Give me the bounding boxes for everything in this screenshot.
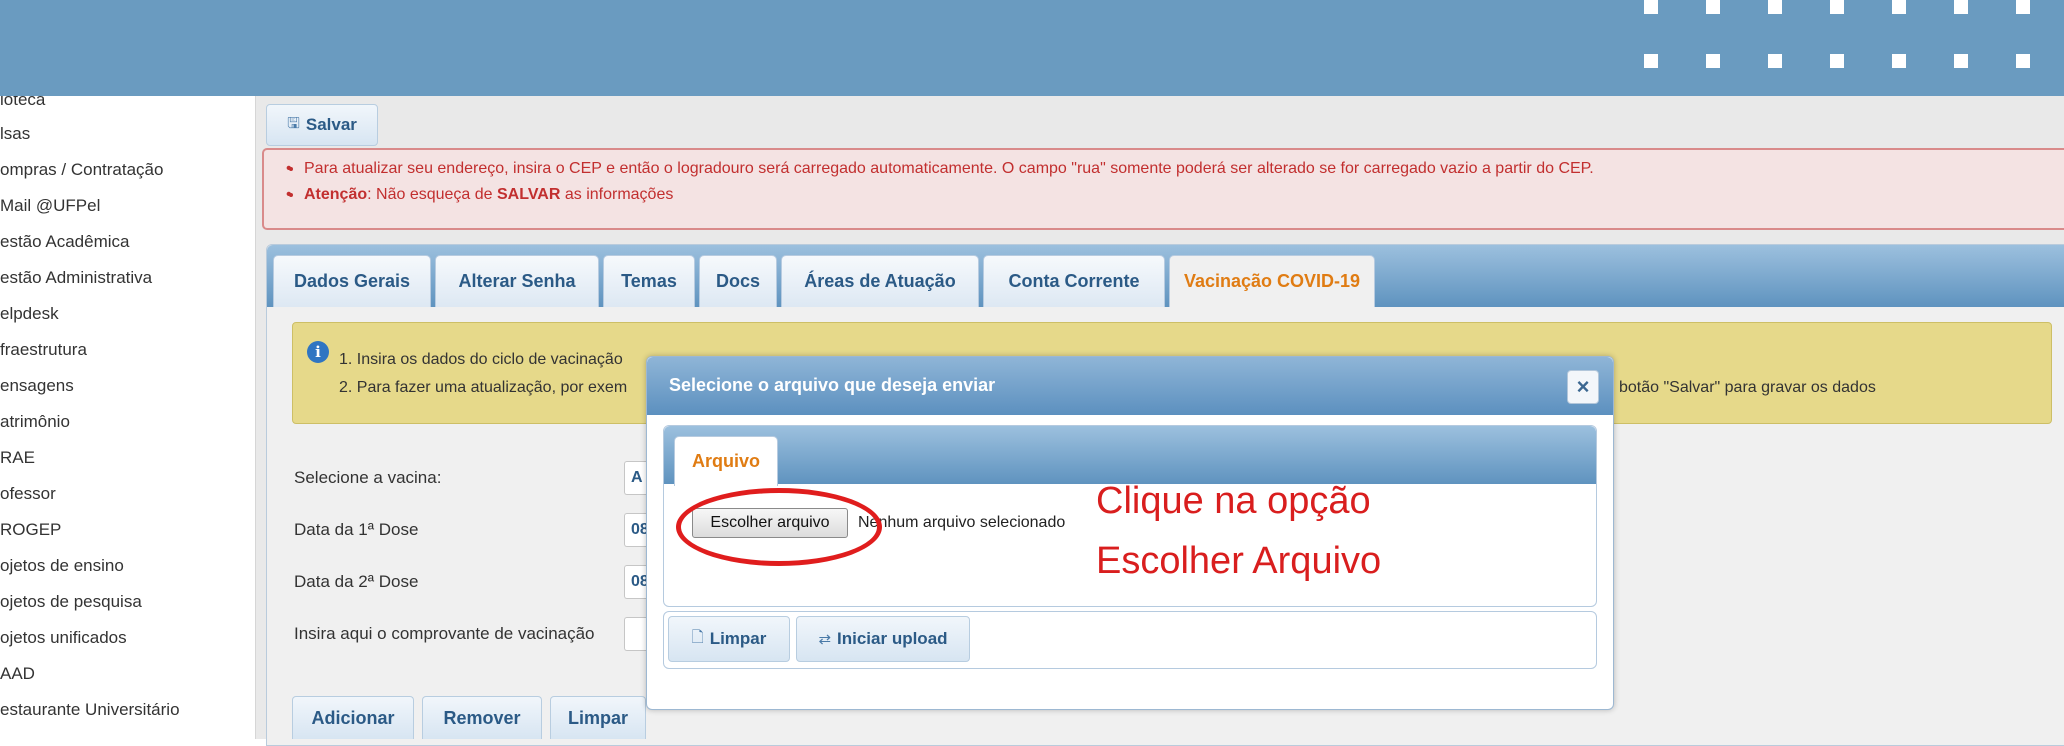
dot-decoration: [1954, 0, 1968, 14]
alert-line-address: Para atualizar seu endereço, insira o CE…: [286, 160, 1594, 178]
save-button[interactable]: 🖫 Salvar: [266, 104, 378, 146]
sidebar-item[interactable]: ojetos unificados: [0, 628, 127, 648]
tab-docs[interactable]: Docs: [699, 255, 777, 307]
annotation-line-2: Escolher Arquivo: [1096, 540, 1382, 582]
upload-arrows-icon: ⇄: [818, 631, 832, 648]
vaccine-label: Selecione a vacina:: [294, 468, 442, 487]
sidebar-item[interactable]: elpdesk: [0, 304, 59, 324]
tab-conta-corrente[interactable]: Conta Corrente: [983, 255, 1165, 307]
tab-bar: Dados Gerais Alterar Senha Temas Docs Ár…: [267, 245, 2064, 307]
sidebar-item[interactable]: AAD: [0, 664, 35, 684]
alert-box: Para atualizar seu endereço, insira o CE…: [262, 148, 2064, 230]
sidebar-item[interactable]: Mail @UFPel: [0, 196, 100, 216]
sidebar-item[interactable]: ROGEP: [0, 520, 61, 540]
second-dose-label: Data da 2ª Dose: [294, 572, 419, 591]
tab-dados-gerais[interactable]: Dados Gerais: [273, 255, 431, 307]
file-icon: 🗋: [691, 628, 704, 646]
dot-decoration: [1830, 54, 1844, 68]
save-icon: 🖫: [287, 114, 300, 132]
alert-save-emphasis: SALVAR: [497, 186, 561, 203]
info-icon: i: [307, 341, 329, 363]
dot-decoration: [1768, 0, 1782, 14]
close-icon[interactable]: ×: [1567, 370, 1599, 404]
tab-arquivo[interactable]: Arquivo: [674, 436, 778, 486]
info-line-2-continued: botão "Salvar" para gravar os dados: [1619, 379, 1876, 396]
dialog-actions-bar: 🗋 Limpar ⇄ Iniciar upload: [663, 611, 1597, 669]
dot-decoration: [2016, 54, 2030, 68]
remove-button[interactable]: Remover: [422, 696, 542, 739]
dot-decoration: [1892, 0, 1906, 14]
dot-decoration: [1706, 54, 1720, 68]
tab-alterar-senha[interactable]: Alterar Senha: [435, 255, 599, 307]
clear-upload-label: Limpar: [709, 629, 767, 648]
sidebar-item[interactable]: atrimônio: [0, 412, 70, 432]
dialog-tab-bar: Arquivo: [664, 426, 1596, 486]
sidebar-item[interactable]: ojetos de pesquisa: [0, 592, 142, 612]
sidebar-item[interactable]: estaurante Universitário: [0, 700, 180, 720]
dot-decoration: [2016, 0, 2030, 14]
highlight-circle: [676, 488, 882, 566]
sidebar-item[interactable]: estão Administrativa: [0, 268, 152, 288]
header-banner: [0, 0, 2064, 96]
dot-decoration: [1768, 54, 1782, 68]
dialog-title: Selecione o arquivo que deseja enviar: [669, 375, 996, 395]
sidebar: ioteca lsas ompras / Contratação Mail @U…: [0, 96, 257, 739]
decorative-dots: [1644, 0, 2064, 96]
sidebar-item[interactable]: fraestrutura: [0, 340, 87, 360]
start-upload-label: Iniciar upload: [837, 629, 948, 648]
alert-text: : Não esqueça de: [367, 186, 497, 203]
add-button[interactable]: Adicionar: [292, 696, 414, 739]
clear-button[interactable]: Limpar: [550, 696, 646, 739]
tab-temas[interactable]: Temas: [603, 255, 695, 307]
dot-decoration: [1644, 54, 1658, 68]
sidebar-item[interactable]: ojetos de ensino: [0, 556, 124, 576]
proof-upload-label: Insira aqui o comprovante de vacinação: [294, 624, 595, 643]
upload-dialog: Selecione o arquivo que deseja enviar × …: [646, 356, 1614, 710]
sidebar-item[interactable]: ompras / Contratação: [0, 160, 163, 180]
file-status-text: Nenhum arquivo selecionado: [858, 514, 1066, 531]
sidebar-item[interactable]: estão Acadêmica: [0, 232, 129, 252]
tab-areas-de-atuacao[interactable]: Áreas de Atuação: [781, 255, 979, 307]
sidebar-item[interactable]: RAE: [0, 448, 35, 468]
clear-upload-button[interactable]: 🗋 Limpar: [668, 616, 790, 662]
dot-decoration: [1644, 0, 1658, 14]
dot-decoration: [1830, 0, 1844, 14]
first-dose-label: Data da 1ª Dose: [294, 520, 419, 539]
sidebar-item[interactable]: ofessor: [0, 484, 56, 504]
alert-attention-label: Atenção: [304, 186, 368, 203]
save-button-label: Salvar: [305, 115, 357, 134]
dialog-titlebar: Selecione o arquivo que deseja enviar ×: [647, 357, 1613, 415]
alert-text: as informações: [560, 186, 674, 203]
sidebar-item[interactable]: ensagens: [0, 376, 74, 396]
annotation-line-1: Clique na opção: [1096, 480, 1371, 522]
tab-vacinacao-covid[interactable]: Vacinação COVID-19: [1169, 255, 1375, 307]
start-upload-button[interactable]: ⇄ Iniciar upload: [796, 616, 970, 662]
sidebar-item[interactable]: ioteca: [0, 96, 45, 110]
dot-decoration: [1706, 0, 1720, 14]
alert-line-save-warning: Atenção: Não esqueça de SALVAR as inform…: [286, 186, 674, 204]
dot-decoration: [1892, 54, 1906, 68]
info-line-2: 2. Para fazer uma atualização, por exem: [339, 379, 628, 396]
sidebar-item[interactable]: lsas: [0, 124, 30, 144]
info-line-1: 1. Insira os dados do ciclo de vacinação: [339, 351, 623, 368]
dot-decoration: [1954, 54, 1968, 68]
